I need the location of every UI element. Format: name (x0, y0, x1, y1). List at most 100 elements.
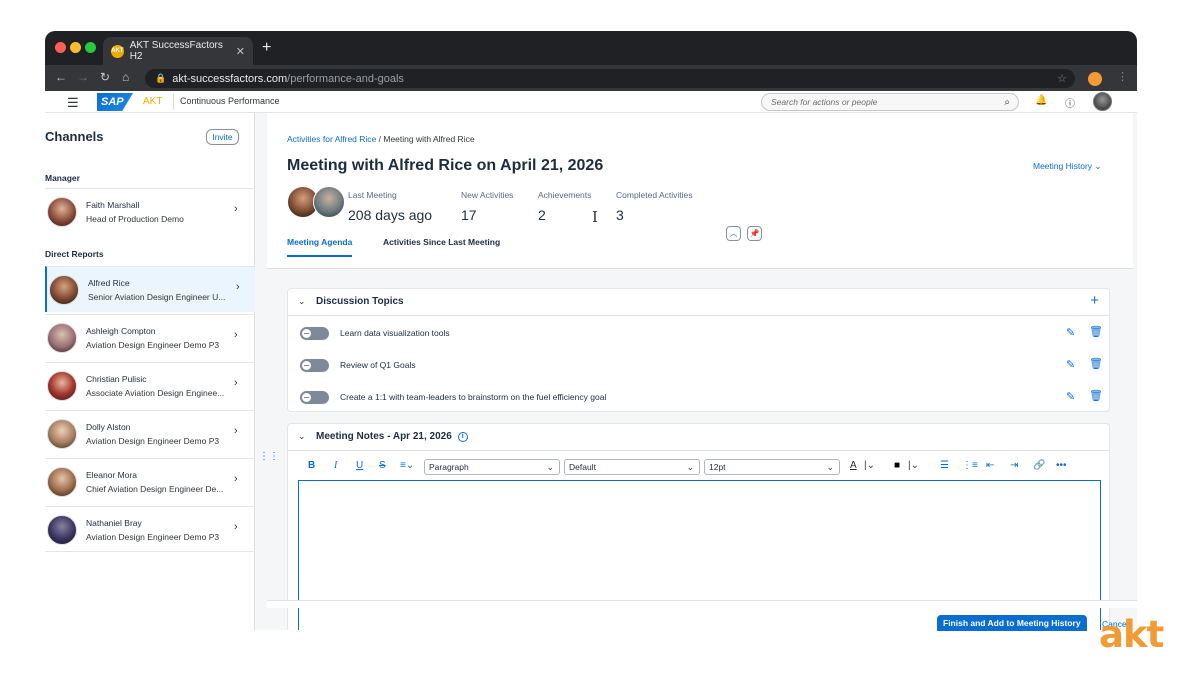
browser-tab[interactable]: AKT AKT SuccessFactors H2 ✕ (103, 37, 253, 65)
kpi-label: New Activities (461, 190, 514, 200)
bold-button[interactable]: B (308, 460, 315, 471)
link-icon[interactable]: 🔗 (1033, 460, 1045, 471)
akt-watermark-logo: akt (1099, 613, 1164, 656)
kpi-label: Completed Activities (616, 190, 693, 200)
list-item: Learn data visualization tools ✎ 🗑 (288, 318, 1109, 350)
browser-profile-avatar[interactable] (1088, 72, 1102, 86)
font-size-value: 12pt (709, 462, 726, 472)
align-dropdown-icon[interactable]: ≡⌄ (400, 460, 414, 471)
avatar (47, 197, 77, 227)
strikethrough-button[interactable]: S (379, 460, 386, 471)
kpi-value: 2 (538, 207, 546, 223)
search-input[interactable]: Search for actions or people ⌕ (761, 93, 1019, 111)
browser-menu-icon[interactable]: ⋮ (1117, 70, 1128, 83)
maximize-window-button[interactable] (85, 42, 96, 53)
underline-button[interactable]: U (356, 460, 363, 471)
tab-activities-since-last-meeting[interactable]: Activities Since Last Meeting (383, 237, 500, 255)
person-name: Faith Marshall (86, 200, 140, 210)
info-icon[interactable]: i (457, 432, 468, 442)
menu-icon[interactable]: ☰ (67, 95, 79, 111)
home-icon[interactable]: ⌂ (122, 70, 129, 84)
person-name: Nathaniel Bray (86, 518, 142, 528)
kpi-completed-activities: Completed Activities 3 (616, 190, 693, 223)
chevron-down-icon[interactable]: ⌄ (298, 431, 306, 442)
trash-icon[interactable]: 🗑 (1089, 325, 1103, 338)
font-color-dropdown-icon[interactable]: |⌄ (864, 460, 875, 471)
sidebar-item-report[interactable]: Eleanor Mora Chief Aviation Design Engin… (45, 458, 255, 504)
meeting-notes-title: Meeting Notes - Apr 21, 2026 i (316, 431, 468, 442)
finish-and-add-button[interactable]: Finish and Add to Meeting History (937, 615, 1087, 631)
breadcrumb-link[interactable]: Activities for Alfred Rice (287, 134, 376, 144)
chevron-down-icon[interactable]: ⌄ (298, 296, 306, 307)
shell-title[interactable]: Continuous Performance (180, 96, 280, 106)
sidebar-title: Channels (45, 129, 104, 144)
pencil-icon[interactable]: ✎ (1066, 390, 1075, 403)
meeting-notes-header[interactable]: ⌄ Meeting Notes - Apr 21, 2026 i (288, 424, 1109, 451)
new-tab-icon[interactable]: + (262, 39, 271, 57)
pin-header-button[interactable]: 📌 (747, 226, 762, 241)
minimize-window-button[interactable] (70, 42, 81, 53)
outdent-icon[interactable]: ⇤ (986, 460, 994, 471)
pencil-icon[interactable]: ✎ (1066, 358, 1075, 371)
person-role: Aviation Design Engineer Demo P3 (86, 436, 220, 446)
shell-bar: ☰ SAP AKT Continuous Performance Search … (45, 91, 1137, 113)
url-input[interactable]: 🔒 akt-successfactors.com/performance-and… (145, 69, 1075, 88)
search-icon[interactable]: ⌕ (1004, 95, 1010, 111)
sidebar-item-report[interactable]: Nathaniel Bray Aviation Design Engineer … (45, 506, 255, 552)
breadcrumb: Activities for Alfred Rice / Meeting wit… (287, 134, 475, 144)
font-family-select[interactable]: Default ⌄ (564, 459, 700, 475)
bookmark-star-icon[interactable]: ☆ (1057, 72, 1067, 85)
indent-icon[interactable]: ⇥ (1010, 460, 1018, 471)
italic-button[interactable]: I (334, 460, 337, 471)
collapse-header-button[interactable]: ︿ (726, 226, 741, 241)
font-color-button[interactable]: A (850, 460, 857, 471)
close-window-button[interactable] (55, 42, 66, 53)
list-item: Review of Q1 Goals ✎ 🗑 (288, 350, 1109, 382)
tab-meeting-agenda[interactable]: Meeting Agenda (287, 237, 353, 257)
add-topic-icon[interactable]: + (1090, 292, 1099, 309)
person-role: Associate Aviation Design Enginee... (86, 388, 225, 398)
block-format-select[interactable]: Paragraph ⌄ (424, 459, 560, 475)
font-size-select[interactable]: 12pt ⌄ (704, 459, 840, 475)
highlight-color-button[interactable]: ■ (894, 460, 900, 471)
back-icon[interactable]: ← (55, 70, 67, 84)
invite-button[interactable]: Invite (206, 129, 239, 145)
sidebar-item-report[interactable]: Ashleigh Compton Aviation Design Enginee… (45, 314, 255, 360)
font-family-value: Default (569, 462, 596, 472)
help-icon[interactable]: ⓘ (1065, 95, 1075, 110)
sidebar-item-manager[interactable]: Faith Marshall Head of Production Demo › (45, 188, 255, 234)
person-name: Ashleigh Compton (86, 326, 156, 336)
kpi-achievements: Achievements 2 (538, 190, 591, 223)
user-avatar[interactable] (1093, 92, 1112, 111)
kpi-value: 208 days ago (348, 207, 433, 223)
highlight-dropdown-icon[interactable]: |⌄ (908, 460, 919, 471)
numbered-list-icon[interactable]: ⋮≡ (962, 460, 978, 471)
sidebar-item-report[interactable]: Alfred Rice Senior Aviation Design Engin… (45, 266, 255, 312)
meeting-history-link[interactable]: Meeting History ⌄ (1033, 161, 1102, 172)
topic-toggle[interactable] (300, 359, 329, 372)
search-placeholder: Search for actions or people (771, 97, 878, 107)
shell-divider (173, 94, 174, 110)
chevron-right-icon: › (234, 377, 238, 389)
trash-icon[interactable]: 🗑 (1089, 357, 1103, 370)
forward-icon[interactable]: → (77, 70, 89, 84)
chevron-down-icon: ⌄ (1092, 161, 1102, 171)
chevron-right-icon: › (234, 425, 238, 437)
discussion-topics-header[interactable]: ⌄ Discussion Topics + (288, 289, 1109, 316)
sap-logo[interactable]: SAP (97, 93, 133, 111)
sidebar-item-report[interactable]: Dolly Alston Aviation Design Engineer De… (45, 410, 255, 456)
trash-icon[interactable]: 🗑 (1089, 389, 1103, 402)
text-cursor-icon: I (592, 208, 598, 226)
sidebar-item-report[interactable]: Christian Pulisic Associate Aviation Des… (45, 362, 255, 408)
bell-icon[interactable]: 🔔 (1035, 95, 1047, 106)
more-options-icon[interactable]: ••• (1056, 460, 1067, 471)
chevron-right-icon: › (234, 203, 238, 215)
chevron-right-icon: › (236, 281, 240, 293)
pencil-icon[interactable]: ✎ (1066, 326, 1075, 339)
tab-close-icon[interactable]: ✕ (236, 45, 245, 58)
block-format-value: Paragraph (429, 462, 469, 472)
bullet-list-icon[interactable]: ☰ (940, 460, 949, 471)
topic-toggle[interactable] (300, 327, 329, 340)
topic-toggle[interactable] (300, 391, 329, 404)
reload-icon[interactable]: ↻ (100, 70, 110, 84)
